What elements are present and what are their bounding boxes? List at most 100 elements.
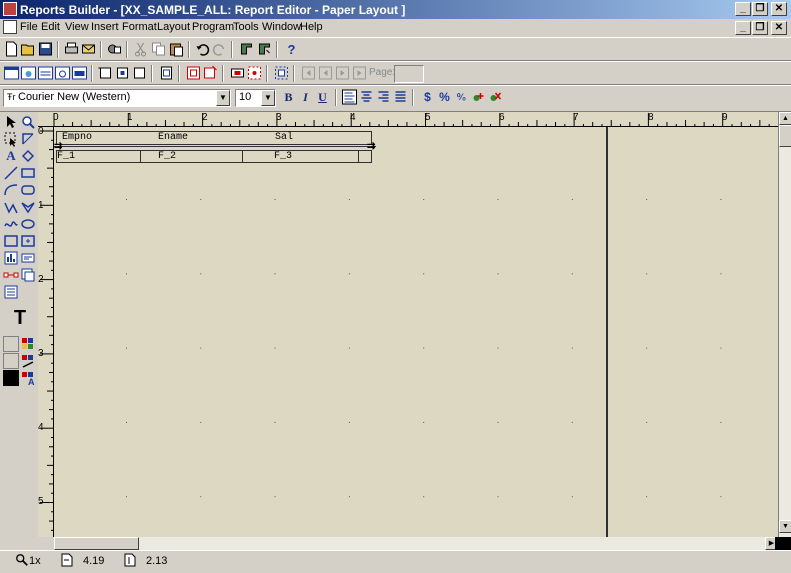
rotate-tool-icon[interactable] xyxy=(20,131,36,147)
arc-tool-icon[interactable] xyxy=(3,182,19,198)
send-backward-icon[interactable] xyxy=(246,65,263,81)
fill-color-icon[interactable] xyxy=(20,336,36,352)
anchor-tool-icon[interactable] xyxy=(3,267,19,283)
paper-design-icon[interactable] xyxy=(54,65,71,81)
reshape-tool-icon[interactable] xyxy=(20,148,36,164)
font-size-dropdown-icon[interactable]: ▼ xyxy=(261,90,275,106)
menu-program[interactable]: Program xyxy=(192,21,234,33)
confine-icon[interactable] xyxy=(158,65,175,81)
align-right-icon[interactable] xyxy=(375,89,392,105)
header-ename[interactable]: Ename xyxy=(158,132,188,143)
link-file-tool-icon[interactable] xyxy=(3,250,19,266)
select-parent-icon[interactable] xyxy=(202,65,219,81)
font-size-select[interactable]: 10 ▼ xyxy=(235,89,276,107)
parameter-form-icon[interactable] xyxy=(71,65,88,81)
paste-icon[interactable] xyxy=(168,41,185,57)
copy-icon[interactable] xyxy=(150,41,167,57)
doc-minimize-button[interactable]: _ xyxy=(735,21,751,35)
bring-forward-icon[interactable] xyxy=(229,65,246,81)
previous-page-icon[interactable] xyxy=(317,65,334,81)
minimize-button[interactable]: _ xyxy=(735,2,751,16)
document-icon[interactable] xyxy=(3,20,17,34)
repeating-frame-tool-icon[interactable] xyxy=(20,233,36,249)
redo-icon[interactable] xyxy=(211,41,228,57)
field-tool-icon[interactable] xyxy=(20,250,36,266)
commas-icon[interactable]: ⁰⁄₀ xyxy=(453,89,470,105)
line-color-icon[interactable] xyxy=(20,353,36,369)
header-frame[interactable] xyxy=(56,131,372,145)
magnify-tool-icon[interactable] xyxy=(20,114,36,130)
line-color-swatch[interactable] xyxy=(3,353,19,369)
horizontal-scrollbar[interactable]: ▶ xyxy=(54,537,778,550)
vertical-scroll-thumb[interactable] xyxy=(779,125,791,147)
scroll-down-icon[interactable]: ▼ xyxy=(779,520,791,533)
repeating-frame[interactable] xyxy=(56,150,372,163)
flex-mode-icon[interactable] xyxy=(185,65,202,81)
menu-help[interactable]: Help xyxy=(300,21,323,33)
align-left-icon[interactable] xyxy=(341,89,358,105)
last-page-icon[interactable] xyxy=(351,65,368,81)
field-f1[interactable]: F_1 xyxy=(57,151,75,162)
print-icon[interactable] xyxy=(63,41,80,57)
select-layout-icon[interactable] xyxy=(273,65,290,81)
underline-button[interactable]: U xyxy=(314,89,331,105)
align-center-icon[interactable] xyxy=(358,89,375,105)
justify-icon[interactable] xyxy=(392,89,409,105)
restore-button[interactable]: ❐ xyxy=(752,2,768,16)
polygon-tool-icon[interactable] xyxy=(20,199,36,215)
group-icon[interactable] xyxy=(131,65,148,81)
freehand-tool-icon[interactable] xyxy=(3,216,19,232)
italic-button[interactable]: I xyxy=(297,89,314,105)
data-model-icon[interactable] xyxy=(3,65,20,81)
menu-tools[interactable]: Tools xyxy=(233,21,259,33)
next-page-icon[interactable] xyxy=(334,65,351,81)
bold-button[interactable]: B xyxy=(280,89,297,105)
layout-canvas[interactable]: Empno Ename Sal ⇉ ⇉ F_1 F_2 F_3 xyxy=(54,127,778,537)
field-f2[interactable]: F_2 xyxy=(158,151,176,162)
text-color-icon[interactable]: A xyxy=(20,370,36,386)
web-source-icon[interactable] xyxy=(20,65,37,81)
add-decimal-icon[interactable] xyxy=(470,89,487,105)
app-icon[interactable] xyxy=(3,2,17,16)
polyline-tool-icon[interactable] xyxy=(3,199,19,215)
line-tool-icon[interactable] xyxy=(3,165,19,181)
select-tool-icon[interactable] xyxy=(3,114,19,130)
menu-window[interactable]: Window xyxy=(262,21,301,33)
menu-file[interactable]: File xyxy=(20,21,38,33)
menu-layout[interactable]: Layout xyxy=(157,21,190,33)
file-link-tool-icon[interactable] xyxy=(3,284,19,300)
vertical-scrollbar[interactable]: ▲ ▼ xyxy=(778,112,791,537)
undo-icon[interactable] xyxy=(194,41,211,57)
open-icon[interactable] xyxy=(20,41,37,57)
mail-icon[interactable] xyxy=(80,41,97,57)
align-objects-icon[interactable] xyxy=(97,65,114,81)
header-sal[interactable]: Sal xyxy=(275,132,293,143)
percent-icon[interactable]: % xyxy=(436,89,453,105)
menu-edit[interactable]: Edit xyxy=(41,21,60,33)
remove-decimal-icon[interactable] xyxy=(487,89,504,105)
text-format-icon[interactable]: T xyxy=(10,308,30,328)
doc-close-button[interactable]: ✕ xyxy=(771,21,787,35)
rounded-rectangle-tool-icon[interactable] xyxy=(20,182,36,198)
currency-icon[interactable]: $ xyxy=(419,89,436,105)
new-icon[interactable] xyxy=(3,41,20,57)
field-f3[interactable]: F_3 xyxy=(274,151,292,162)
compile-icon[interactable] xyxy=(238,41,255,57)
font-name-dropdown-icon[interactable]: ▼ xyxy=(216,90,230,106)
frame-select-icon[interactable] xyxy=(3,131,19,147)
paper-layout-icon[interactable] xyxy=(37,65,54,81)
first-page-icon[interactable] xyxy=(300,65,317,81)
font-name-select[interactable]: Ŧr Courier New (Western) ▼ xyxy=(3,89,231,107)
fill-color-swatch[interactable] xyxy=(3,336,19,352)
doc-restore-button[interactable]: ❐ xyxy=(752,21,768,35)
cut-icon[interactable] xyxy=(132,41,149,57)
text-color-swatch[interactable] xyxy=(3,370,19,386)
page-input[interactable] xyxy=(394,65,424,83)
scroll-up-icon[interactable]: ▲ xyxy=(779,112,791,125)
close-button[interactable]: ✕ xyxy=(771,2,787,16)
menu-format[interactable]: Format xyxy=(122,21,157,33)
chart-tool-icon[interactable] xyxy=(20,267,36,283)
text-tool-icon[interactable]: A xyxy=(3,148,19,164)
run-report-icon[interactable] xyxy=(106,41,123,57)
menu-insert[interactable]: Insert xyxy=(91,21,119,33)
